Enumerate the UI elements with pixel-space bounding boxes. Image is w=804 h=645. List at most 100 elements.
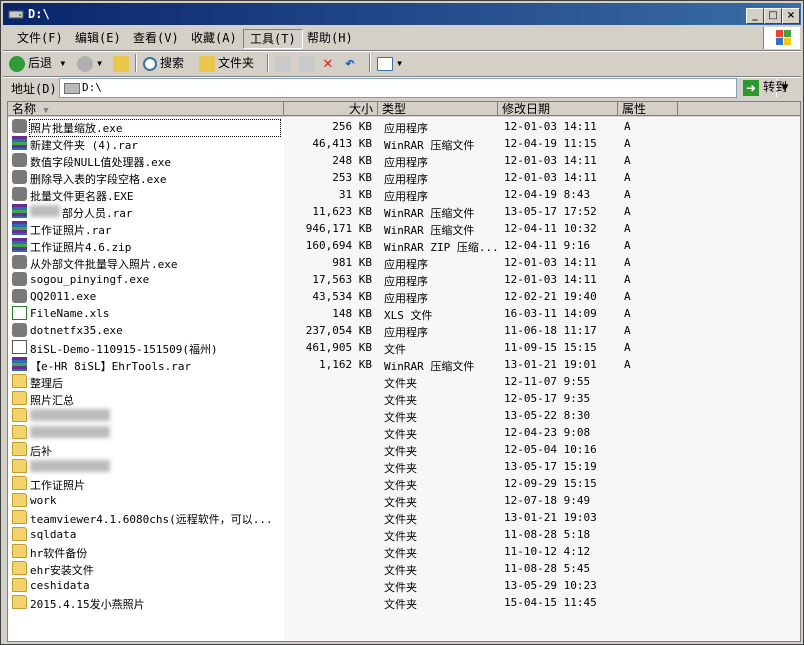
undo-button[interactable]: ↶ [345, 53, 355, 73]
file-date: 12-04-11 9:16 [504, 239, 591, 252]
copy-to-button[interactable] [299, 53, 318, 73]
file-date: 12-09-29 15:15 [504, 477, 597, 490]
exe-icon [12, 187, 27, 201]
folder-row[interactable]: teamviewer4.1.6080chs(远程软件，可以... 文件夹 13-01… [8, 509, 800, 526]
file-row[interactable]: 8iSL-Demo-110915-151509(福州) 461,905 KB 文件 1… [8, 339, 800, 356]
file-row[interactable]: 工作证照片4.6.zip 160,694 KB WinRAR ZIP 压缩... 12… [8, 237, 800, 254]
column-attr-header[interactable]: 属性 [618, 102, 678, 116]
folder-row[interactable]: 整理后 文件夹 12-11-07 9:55 [8, 373, 800, 390]
folder-icon [12, 459, 27, 473]
file-name: 工作证照片 [30, 479, 85, 492]
menu-favorites[interactable]: 收藏(A) [185, 29, 243, 47]
file-date: 12-01-03 14:11 [504, 171, 597, 184]
menu-edit[interactable]: 编辑(E) [69, 29, 127, 47]
file-row[interactable]: 从外部文件批量导入照片.exe 981 KB 应用程序 12-01-03 14:11 A [8, 254, 800, 271]
file-row[interactable]: 【e-HR 8iSL】EhrTools.rar 1,162 KB WinRAR 压缩… [8, 356, 800, 373]
file-name: ceshidata [30, 579, 90, 592]
back-arrow-icon [9, 55, 25, 72]
menu-bar: 文件(F) 编辑(E) 查看(V) 收藏(A) 工具(T) 帮助(H) [3, 27, 763, 49]
file-row[interactable]: 部分人员.rar 11,623 KB WinRAR 压缩文件 13-05-17 17:… [8, 203, 800, 220]
file-type: 文件夹 [384, 445, 417, 458]
file-row[interactable]: QQ2011.exe 43,534 KB 应用程序 12-02-21 19:40 A [8, 288, 800, 305]
file-row[interactable]: 工作证照片.rar 946,171 KB WinRAR 压缩文件 12-04-11 1… [8, 220, 800, 237]
column-name-header[interactable]: 名称 ▼ [8, 102, 284, 116]
folder-row[interactable]: ceshidata 文件夹 13-05-29 10:23 [8, 577, 800, 594]
folder-row[interactable]: sqldata 文件夹 11-08-28 5:18 [8, 526, 800, 543]
folder-row[interactable]: work 文件夹 12-07-18 9:49 [8, 492, 800, 509]
file-row[interactable]: 数值字段NULL值处理器.exe 248 KB 应用程序 12-01-03 14:11… [8, 152, 800, 169]
menu-view[interactable]: 查看(V) [127, 29, 185, 47]
file-row[interactable]: 删除导入表的字段空格.exe 253 KB 应用程序 12-01-03 14:11 A [8, 169, 800, 186]
file-attr: A [624, 273, 631, 286]
folder-row[interactable]: 后补 文件夹 12-05-04 10:16 [8, 441, 800, 458]
file-name: 【e-HR 8iSL】EhrTools.rar [30, 360, 192, 373]
folder-row[interactable]: 工作证照片 文件夹 12-09-29 15:15 [8, 475, 800, 492]
folder-row[interactable]: hr软件备份 文件夹 11-10-12 4:12 [8, 543, 800, 560]
file-name: 数值字段NULL值处理器.exe [30, 156, 171, 169]
views-icon [377, 56, 393, 71]
folder-row[interactable]: 2015.4.15发小燕照片 文件夹 15-04-15 11:45 [8, 594, 800, 611]
search-button[interactable]: 搜索 [143, 53, 184, 73]
delete-button[interactable]: ✕ [323, 53, 333, 73]
file-attr: A [624, 290, 631, 303]
up-folder-button[interactable] [113, 53, 132, 73]
file-row[interactable]: FileName.xls 148 KB XLS 文件 16-03-11 14:09 A [8, 305, 800, 322]
folder-row[interactable]: 文件夹 13-05-17 15:19 [8, 458, 800, 475]
file-attr: A [624, 171, 631, 184]
file-type: WinRAR 压缩文件 [384, 207, 475, 220]
file-row[interactable]: dotnetfx35.exe 237,054 KB 应用程序 11-06-18 11:… [8, 322, 800, 339]
address-input[interactable]: D:\ ▼ [59, 78, 793, 98]
file-type: 应用程序 [384, 190, 428, 203]
move-to-button[interactable] [275, 53, 294, 73]
search-icon [143, 56, 157, 71]
file-list[interactable]: 名称 ▼ 大小 类型 修改日期 属性 照片批量缩放.exe 256 KB 应用程序 1… [7, 101, 801, 642]
back-button[interactable]: 后退 ▾ [9, 53, 66, 73]
file-attr: A [624, 358, 631, 371]
folder-row[interactable]: 照片汇总 文件夹 12-05-17 9:35 [8, 390, 800, 407]
drive-icon [64, 83, 80, 94]
folder-icon [12, 391, 27, 405]
column-date-header[interactable]: 修改日期 [498, 102, 618, 116]
folder-icon [12, 442, 27, 456]
file-row[interactable]: 批量文件更名器.EXE 31 KB 应用程序 12-04-19 8:43 A [8, 186, 800, 203]
close-button[interactable]: × [782, 8, 800, 24]
file-name: teamviewer4.1.6080chs(远程软件，可以... [30, 513, 273, 526]
folders-icon [199, 55, 215, 72]
column-size-header[interactable]: 大小 [284, 102, 378, 116]
file-date: 15-04-15 11:45 [504, 596, 597, 609]
folder-row[interactable]: ehr安装文件 文件夹 11-08-28 5:45 [8, 560, 800, 577]
file-name: 2015.4.15发小燕照片 [30, 598, 145, 611]
folder-row[interactable]: 文件夹 13-05-22 8:30 [8, 407, 800, 424]
sort-arrow-icon: ▼ [43, 106, 49, 116]
minimize-button[interactable]: _ [746, 8, 764, 24]
file-row[interactable]: 照片批量缩放.exe 256 KB 应用程序 12-01-03 14:11 A [8, 118, 800, 137]
views-button[interactable]: ▾ [377, 53, 403, 73]
exe-icon [12, 119, 27, 133]
menu-help[interactable]: 帮助(H) [301, 29, 359, 47]
file-name: ehr安装文件 [30, 564, 94, 577]
file-date: 12-01-03 14:11 [504, 273, 597, 286]
forward-button[interactable]: ▾ [77, 53, 103, 73]
folder-up-icon [113, 55, 129, 72]
go-button[interactable]: ➜ 转到 [743, 78, 787, 96]
file-row[interactable]: sogou_pinyingf.exe 17,563 KB 应用程序 12-01-03 … [8, 271, 800, 288]
address-bar: 地址(D) D:\ ▼ ➜ 转到 [3, 77, 801, 99]
file-date: 12-05-04 10:16 [504, 443, 597, 456]
file-date: 13-05-17 17:52 [504, 205, 597, 218]
file-row[interactable]: 新建文件夹 (4).rar 46,413 KB WinRAR 压缩文件 12-04-1… [8, 135, 800, 152]
folder-row[interactable]: 文件夹 12-04-23 9:08 [8, 424, 800, 441]
file-attr: A [624, 324, 631, 337]
redacted-name-overlay [30, 426, 110, 438]
folders-button[interactable]: 文件夹 [199, 53, 254, 73]
column-type-header[interactable]: 类型 [378, 102, 498, 116]
menu-file[interactable]: 文件(F) [11, 29, 69, 47]
file-type: 文件夹 [384, 479, 417, 492]
exe-icon [12, 289, 27, 303]
menu-tools[interactable]: 工具(T) [243, 29, 303, 49]
file-date: 12-01-03 14:11 [504, 256, 597, 269]
file-attr: A [624, 154, 631, 167]
file-attr: A [624, 188, 631, 201]
title-bar[interactable]: D:\ _ □ × [3, 3, 801, 25]
maximize-button[interactable]: □ [764, 8, 782, 24]
move-to-icon [275, 55, 291, 72]
